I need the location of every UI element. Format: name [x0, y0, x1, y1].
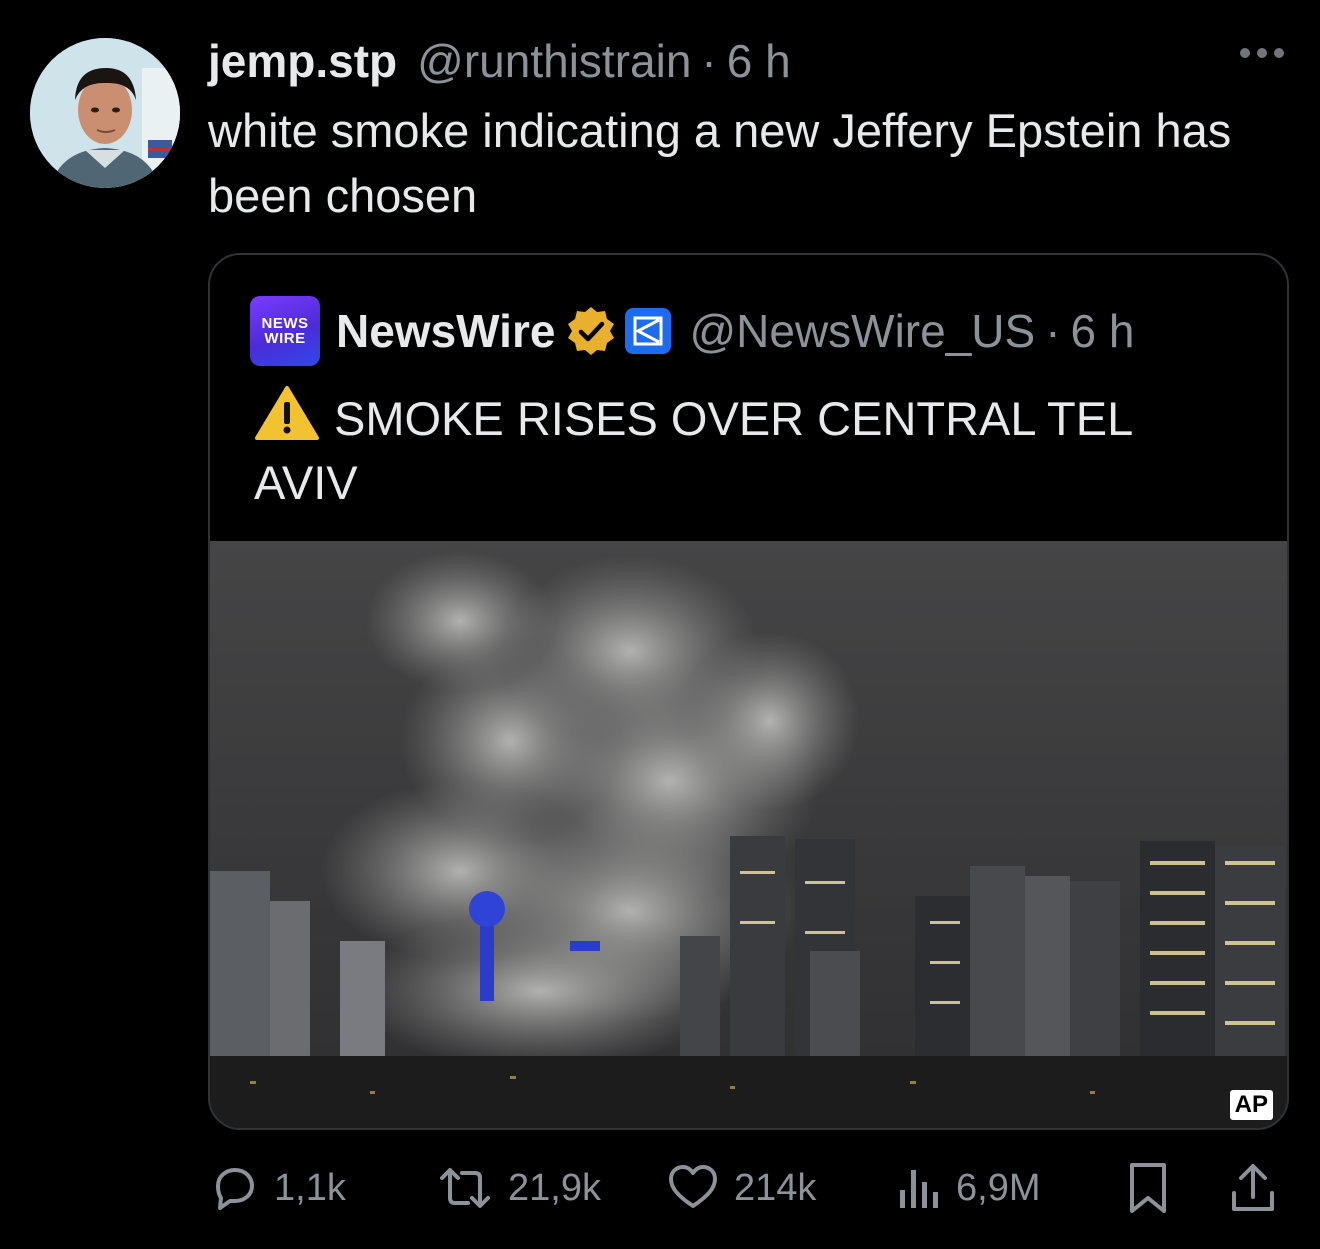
reply-button[interactable]: 1,1k [208, 1158, 346, 1218]
retweet-button[interactable]: 21,9k [436, 1158, 601, 1218]
warning-icon [255, 386, 319, 440]
gold-verified-badge-icon[interactable] [565, 305, 617, 357]
more-dot [1257, 48, 1267, 58]
quoted-handle[interactable]: @NewsWire_US [689, 304, 1035, 358]
bookmark-button[interactable] [1126, 1158, 1170, 1218]
quoted-tweet-text: SMOKE RISES OVER CENTRAL TEL AVIV [254, 385, 1214, 515]
header-separator: · [701, 35, 717, 87]
more-icon[interactable] [1240, 48, 1284, 58]
heart-icon [669, 1165, 717, 1208]
tweet-header: jemp.stp @runthistrain · 6 h [208, 30, 1200, 92]
bookmark-icon [1130, 1163, 1166, 1213]
like-button[interactable]: 214k [666, 1158, 816, 1218]
smoke-skyline-photo [210, 541, 1287, 1128]
share-icon [1232, 1164, 1274, 1211]
quoted-tweet-card[interactable]: NEWS WIRE NewsWire @NewsWire_US · 6 h SM… [208, 253, 1289, 1130]
views-count: 6,9M [956, 1166, 1041, 1209]
share-button[interactable] [1228, 1158, 1278, 1218]
logo-text-line1: NEWS [261, 315, 309, 332]
affiliate-badge-icon[interactable] [625, 308, 672, 354]
retweet-icon [440, 1168, 490, 1208]
reply-count: 1,1k [274, 1166, 346, 1209]
retweet-count: 21,9k [508, 1166, 601, 1209]
avatar[interactable] [30, 38, 180, 188]
views-icon [900, 1170, 938, 1208]
views-button[interactable]: 6,9M [896, 1158, 1040, 1218]
quoted-text-content: SMOKE RISES OVER CENTRAL TEL AVIV [254, 392, 1132, 509]
media-image[interactable]: AP [210, 541, 1287, 1128]
newswire-logo[interactable]: NEWS WIRE [250, 296, 320, 366]
reply-icon [216, 1168, 254, 1210]
media-credit-badge: AP [1229, 1090, 1273, 1120]
quoted-display-name[interactable]: NewsWire [336, 304, 555, 358]
action-bar: 1,1k 21,9k 214k 6,9M [208, 1158, 1288, 1218]
more-dot [1274, 48, 1284, 58]
quoted-separator: · [1045, 305, 1061, 357]
logo-text-line2: WIRE [264, 330, 306, 347]
more-dot [1240, 48, 1250, 58]
author-display-name[interactable]: jemp.stp [208, 30, 397, 92]
like-count: 214k [734, 1166, 817, 1209]
tweet: jemp.stp @runthistrain · 6 h white smoke… [0, 0, 1320, 1249]
quoted-timestamp[interactable]: 6 h [1071, 304, 1135, 358]
tweet-text: white smoke indicating a new Jeffery Eps… [208, 104, 1232, 222]
author-handle[interactable]: @runthistrain [417, 30, 691, 92]
tweet-timestamp[interactable]: 6 h [727, 30, 791, 92]
quoted-tweet-header: NEWS WIRE NewsWire @NewsWire_US · 6 h [250, 295, 1247, 367]
profile-photo [30, 38, 180, 188]
affiliate-mark [633, 316, 663, 346]
